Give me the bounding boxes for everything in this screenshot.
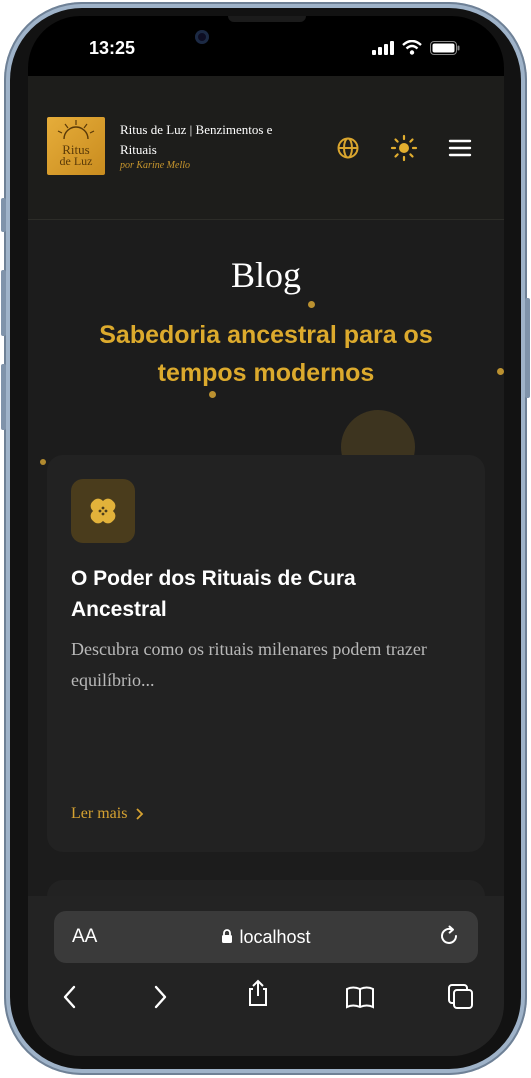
battery-icon: [430, 40, 460, 55]
share-icon[interactable]: [243, 978, 273, 1008]
logo-text: Ritus de Luz: [47, 143, 105, 168]
status-icons: [372, 40, 460, 55]
browser-toolbar: AA localhost: [28, 896, 504, 1056]
reload-icon[interactable]: [436, 923, 462, 949]
particle: [209, 391, 216, 398]
forward-icon[interactable]: [145, 982, 175, 1012]
read-more-link[interactable]: Ler mais: [71, 805, 145, 823]
url-text: localhost: [239, 927, 311, 947]
back-icon[interactable]: [55, 982, 85, 1012]
screen: 13:25 Ritus de Luz Ritus de Luz | Benzim…: [28, 16, 504, 1056]
particle: [40, 459, 46, 465]
site-byline: por Karine Mello: [120, 160, 190, 171]
main-content: Blog Sabedoria ancestral para os tempos …: [28, 220, 504, 900]
post-excerpt: Descubra como os rituais milenares podem…: [71, 639, 427, 690]
volume-down-button: [1, 364, 6, 430]
blog-post-card[interactable]: O Poder dos Rituais de Cura Ancestral De…: [47, 455, 485, 852]
signal-icon: [372, 40, 394, 55]
particle: [497, 368, 504, 375]
site-header: Ritus de Luz Ritus de Luz | Benzimentos …: [28, 76, 504, 220]
url-display[interactable]: localhost: [54, 927, 478, 948]
page-title: Blog: [230, 255, 301, 295]
volume-up-button: [1, 270, 6, 336]
menu-icon[interactable]: [446, 134, 474, 162]
bandage-icon: [90, 498, 116, 524]
particle: [308, 301, 315, 308]
page-subtitle: Sabedoria ancestral para os tempos moder…: [99, 321, 433, 387]
globe-icon[interactable]: [334, 134, 362, 162]
wifi-icon: [402, 40, 422, 55]
read-more-label: Ler mais: [71, 805, 128, 822]
power-button: [525, 298, 530, 398]
status-bar: 13:25: [28, 16, 504, 76]
post-title[interactable]: O Poder dos Rituais de Cura Ancestral: [71, 563, 431, 625]
logo-text-line2: de Luz: [59, 154, 93, 168]
post-icon-box: [71, 479, 135, 543]
sun-icon[interactable]: [390, 134, 418, 162]
speaker-grille: [228, 16, 306, 22]
lock-icon: [222, 929, 233, 943]
address-bar[interactable]: AA localhost: [54, 911, 478, 963]
action-button: [1, 198, 6, 232]
tabs-icon[interactable]: [446, 982, 476, 1012]
chevron-right-icon: [136, 808, 144, 820]
site-title[interactable]: Ritus de Luz | Benzimentos e Rituais: [120, 120, 310, 160]
front-camera: [195, 30, 209, 44]
bookmarks-icon[interactable]: [345, 982, 375, 1012]
site-logo[interactable]: Ritus de Luz: [47, 117, 105, 175]
status-time: 13:25: [89, 38, 136, 58]
